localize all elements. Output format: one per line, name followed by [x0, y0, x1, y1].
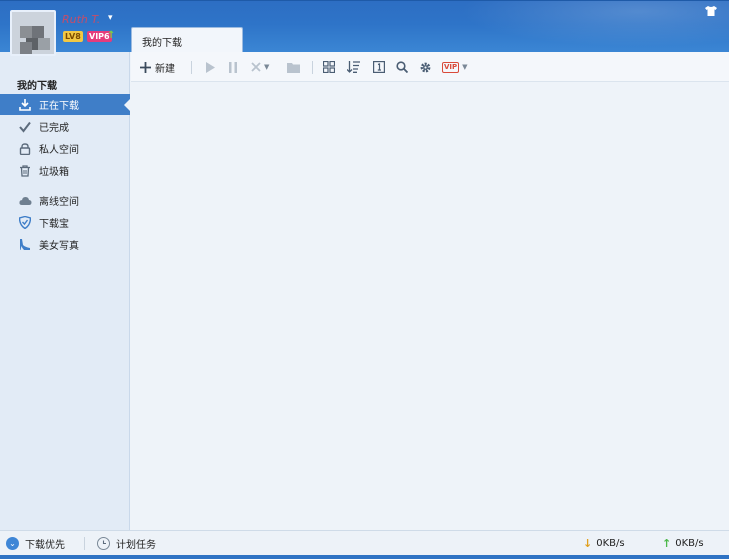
chevron-down-circle-icon: ⌄: [6, 536, 19, 550]
tab-my-downloads[interactable]: 我的下载: [131, 27, 243, 52]
username[interactable]: Ruth T.: [62, 13, 100, 26]
search-button[interactable]: [396, 59, 408, 75]
search-icon: [396, 61, 408, 73]
toolbar-divider: [191, 61, 192, 74]
skin-shirt-icon[interactable]: [705, 6, 717, 19]
lock-icon: [18, 142, 32, 156]
upgrade-arrow-icon: ↑: [107, 30, 116, 41]
download-speed: ↓ 0KB/s: [583, 536, 625, 550]
folder-icon: [287, 62, 300, 73]
download-speed-value: 0KB/s: [596, 537, 625, 549]
pause-button[interactable]: [227, 59, 239, 75]
status-bar: ⌄ 下载优先 计划任务 ↓ 0KB/s ↑ 0KB/s: [0, 530, 729, 555]
sidebar-item-label: 美女写真: [39, 241, 79, 252]
sort-icon: [347, 61, 360, 73]
gear-icon: [420, 62, 431, 72]
sidebar-item-label: 下载宝: [39, 219, 69, 230]
vip-icon: VIP: [442, 61, 460, 73]
sidebar-title: 我的下载: [17, 81, 57, 92]
grid-icon: [323, 61, 335, 73]
view-mode-button[interactable]: [323, 59, 335, 75]
clock-icon: [97, 536, 110, 550]
sidebar-item-label: 正在下载: [39, 101, 79, 112]
start-button[interactable]: [204, 59, 216, 75]
cloud-icon: [18, 194, 32, 208]
shield-icon: [18, 216, 32, 230]
scheduled-tasks-label: 计划任务: [116, 539, 156, 551]
chevron-down-icon[interactable]: ▼: [264, 63, 269, 71]
upload-arrow-icon: ↑: [662, 536, 672, 550]
checkmark-icon: [18, 120, 32, 134]
download-icon: [18, 98, 32, 112]
user-menu-caret-icon[interactable]: ▾: [108, 13, 113, 23]
sidebar-item-downloading[interactable]: 正在下载: [0, 94, 130, 115]
open-folder-button[interactable]: [287, 59, 300, 75]
sidebar-item-label: 离线空间: [39, 197, 79, 208]
sidebar-item-download-treasure[interactable]: 下载宝: [0, 212, 130, 233]
download-priority-label: 下载优先: [25, 539, 65, 551]
status-divider: [84, 537, 85, 550]
upload-speed: ↑ 0KB/s: [662, 536, 704, 550]
settings-button[interactable]: [419, 59, 432, 75]
sidebar-item-private-space[interactable]: 私人空间: [0, 138, 130, 159]
download-list-area[interactable]: 新建 ▼ VIP ▼: [131, 52, 729, 530]
sidebar-item-label: 已完成: [39, 123, 69, 134]
delete-button[interactable]: ▼: [251, 59, 269, 75]
sort-button[interactable]: [347, 59, 360, 75]
pause-icon: [229, 61, 237, 73]
download-priority-toggle[interactable]: ⌄ 下载优先: [6, 536, 65, 551]
play-icon: [205, 61, 215, 73]
info-box-icon: [373, 61, 385, 73]
chevron-down-icon[interactable]: ▼: [462, 63, 467, 71]
trash-icon: [18, 164, 32, 178]
high-heel-icon: [18, 238, 32, 252]
sidebar-item-trash[interactable]: 垃圾箱: [0, 160, 130, 181]
plus-icon: [140, 61, 151, 73]
download-arrow-icon: ↓: [583, 536, 593, 550]
task-info-button[interactable]: [373, 59, 385, 75]
vip-button[interactable]: VIP ▼: [442, 59, 468, 75]
toolbar: 新建 ▼ VIP ▼: [131, 52, 729, 82]
sidebar: 我的下载 正在下载 已完成 私人空间 垃圾箱 离线空间 下载宝 美女写真: [0, 52, 130, 530]
upload-speed-value: 0KB/s: [675, 537, 704, 549]
level-badge: LV8: [63, 31, 83, 42]
sidebar-item-label: 垃圾箱: [39, 167, 69, 178]
toolbar-divider: [312, 61, 313, 74]
sidebar-item-label: 私人空间: [39, 145, 79, 156]
new-task-label: 新建: [155, 63, 175, 75]
close-icon: [251, 62, 261, 72]
bottom-accent-bar: [0, 555, 729, 559]
avatar[interactable]: [10, 10, 56, 56]
title-bar: [0, 0, 729, 53]
new-task-button[interactable]: 新建: [140, 59, 175, 75]
sidebar-item-completed[interactable]: 已完成: [0, 116, 130, 137]
scheduled-tasks-button[interactable]: 计划任务: [97, 536, 156, 551]
sidebar-item-offline-space[interactable]: 离线空间: [0, 190, 130, 211]
sidebar-item-photos[interactable]: 美女写真: [0, 234, 130, 255]
